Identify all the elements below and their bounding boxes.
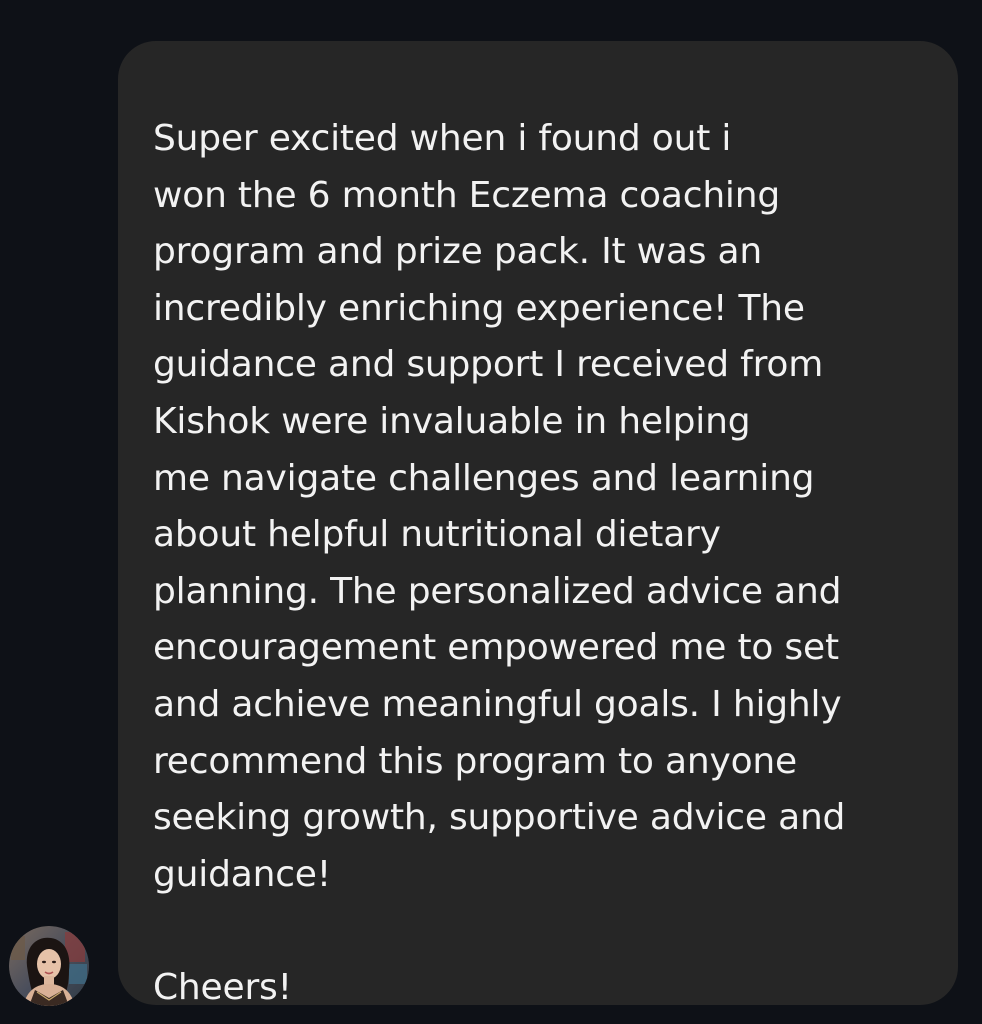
message-line: recommend this program to anyone xyxy=(153,740,797,782)
message-line: Super excited when i found out i xyxy=(153,118,732,159)
sender-avatar[interactable] xyxy=(9,926,89,1006)
message-line: planning. The personalized advice and xyxy=(153,570,842,612)
message-line: guidance! xyxy=(153,853,331,895)
message-line: me navigate challenges and learning xyxy=(153,457,815,499)
message-line: encouragement empowered me to set xyxy=(153,627,839,669)
message-bubble[interactable]: Super excited when i found out i won the… xyxy=(118,41,958,1008)
message-line: won the 6 month Eczema coaching xyxy=(153,174,780,216)
message-text: Super excited when i found out i won the… xyxy=(153,111,928,1017)
message-line: program and prize pack. It was an xyxy=(153,231,763,273)
message-line: guidance and support I received from xyxy=(153,344,824,386)
message-line: Kishok were invaluable in helping xyxy=(153,400,751,442)
message-line: incredibly enriching experience! The xyxy=(153,287,805,329)
message-signoff: Cheers! xyxy=(153,966,292,1008)
message-line: seeking growth, supportive advice and xyxy=(153,797,846,839)
user-avatar-photo-icon xyxy=(9,926,89,1006)
chat-screen: Super excited when i found out i won the… xyxy=(0,0,982,1024)
message-line: and achieve meaningful goals. I highly xyxy=(153,683,842,725)
message-line: about helpful nutritional dietary xyxy=(153,514,721,556)
